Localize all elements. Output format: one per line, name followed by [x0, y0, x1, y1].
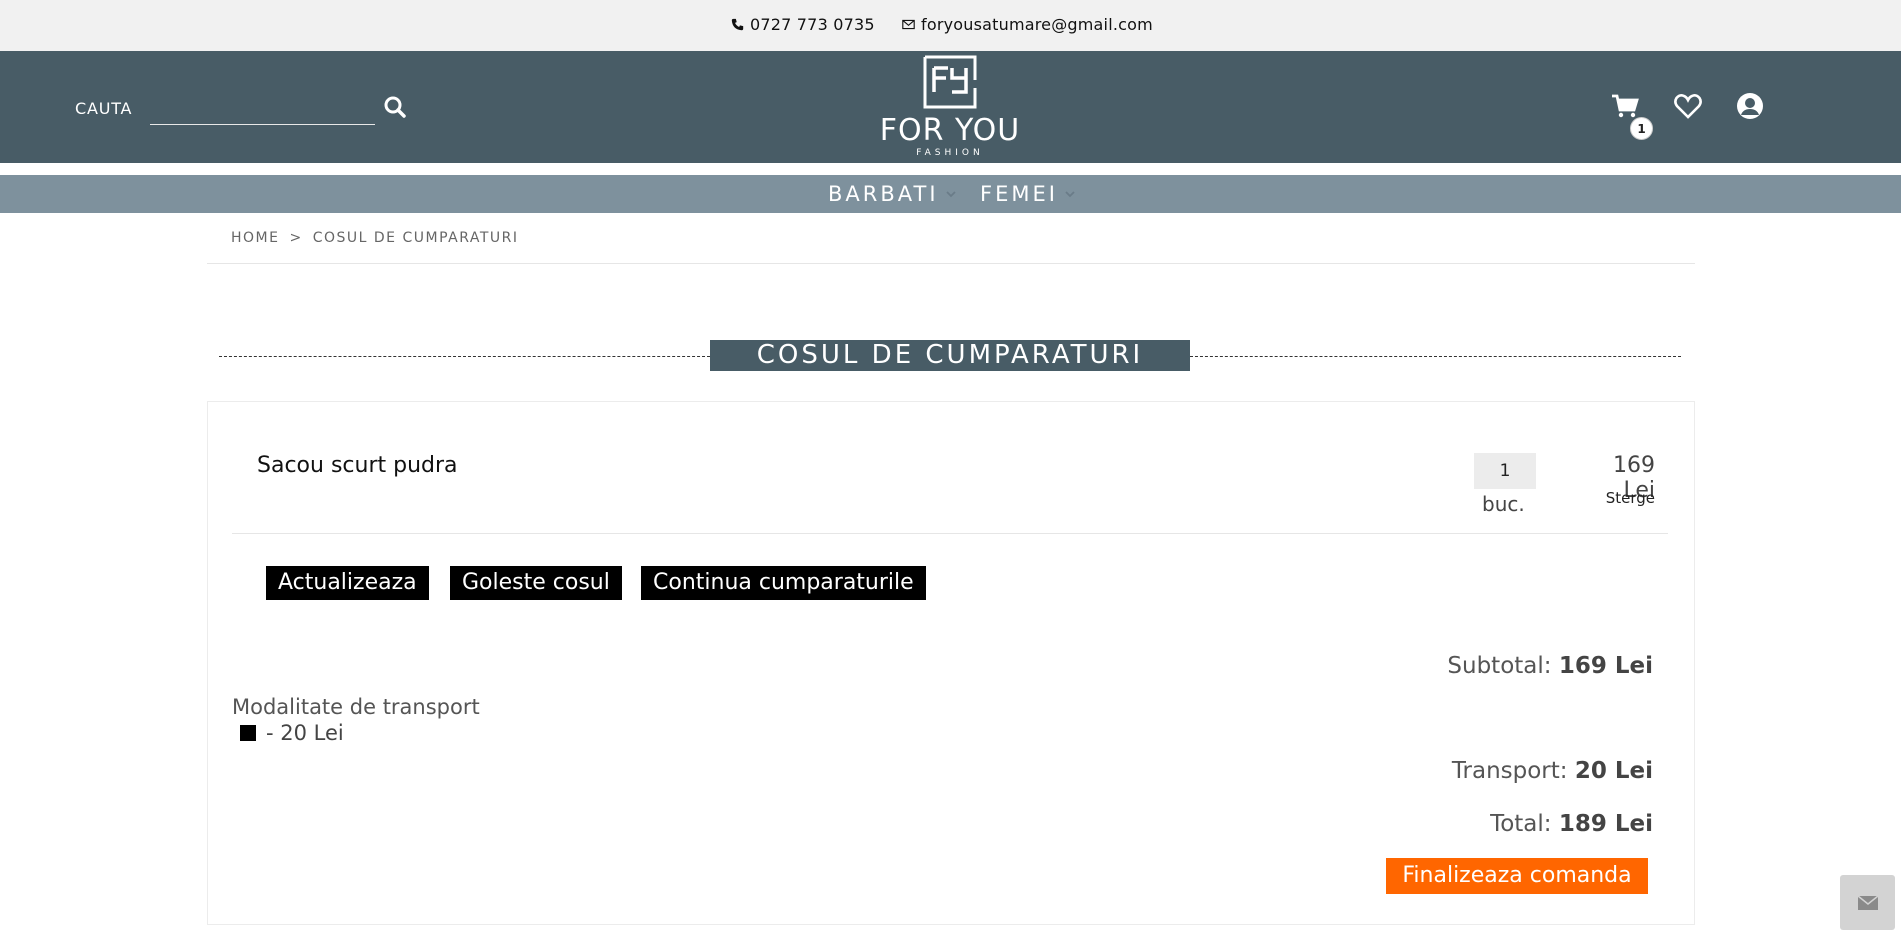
- quantity-input[interactable]: [1474, 453, 1536, 489]
- transport-option-label: - 20 Lei: [266, 721, 344, 745]
- subtotal-value: 169 Lei: [1558, 653, 1653, 679]
- transport-label: Transport:: [1451, 758, 1568, 784]
- cart-icon[interactable]: [1610, 91, 1640, 121]
- chevron-down-icon: [945, 191, 956, 198]
- email-address: foryousatumare@gmail.com: [921, 15, 1153, 34]
- title-dotted-line-left: [219, 356, 710, 357]
- checkout-button[interactable]: Finalizeaza comanda: [1386, 858, 1648, 894]
- breadcrumb-divider: [207, 263, 1695, 264]
- subtotal-label: Subtotal:: [1447, 653, 1552, 679]
- nav-item-label: BARBATI: [828, 182, 939, 206]
- email-contact[interactable]: foryousatumare@gmail.com: [902, 15, 1153, 34]
- continue-shopping-button[interactable]: Continua cumparaturile: [641, 566, 926, 600]
- update-cart-button[interactable]: Actualizeaza: [266, 566, 429, 600]
- envelope-icon: [902, 19, 915, 30]
- nav-item-femei[interactable]: FEMEI: [980, 182, 1076, 206]
- breadcrumb-separator: >: [289, 230, 303, 246]
- remove-item-link[interactable]: Sterge: [1600, 489, 1655, 507]
- heart-icon[interactable]: [1673, 91, 1703, 121]
- logo-brand: FOR YOU: [879, 113, 1021, 148]
- title-dotted-line-right: [1190, 356, 1681, 357]
- search-icon[interactable]: [383, 95, 407, 119]
- nav-item-label: FEMEI: [980, 182, 1058, 206]
- total-row: Total: 189 Lei: [1490, 811, 1653, 837]
- phone-number: 0727 773 0735: [750, 15, 875, 34]
- phone-icon: [731, 18, 744, 31]
- breadcrumb-current: COSUL DE CUMPARATURI: [312, 230, 519, 246]
- breadcrumb: HOME > COSUL DE CUMPARATURI: [231, 230, 519, 246]
- transport-option[interactable]: - 20 Lei: [240, 721, 344, 745]
- transport-value: 20 Lei: [1574, 758, 1653, 784]
- cart-item-name[interactable]: Sacou scurt pudra: [257, 453, 458, 478]
- breadcrumb-home[interactable]: HOME: [231, 230, 279, 246]
- page-title: COSUL DE CUMPARATURI: [710, 340, 1190, 371]
- message-icon: [1857, 894, 1878, 910]
- cart-count-badge: 1: [1630, 117, 1653, 140]
- empty-cart-button[interactable]: Goleste cosul: [450, 566, 622, 600]
- transport-title: Modalitate de transport: [232, 695, 480, 719]
- top-bar: 0727 773 0735 foryousatumare@gmail.com: [0, 0, 1901, 51]
- user-icon[interactable]: [1735, 91, 1765, 121]
- logo-mark: [923, 55, 977, 109]
- cart-item-divider: [232, 533, 1668, 534]
- main-nav: BARBATI FEMEI: [0, 175, 1901, 213]
- transport-row: Transport: 20 Lei: [1452, 758, 1653, 784]
- nav-item-barbati[interactable]: BARBATI: [828, 182, 957, 206]
- quantity-unit: buc.: [1482, 492, 1525, 516]
- subtotal-row: Subtotal: 169 Lei: [1447, 653, 1653, 679]
- phone-contact[interactable]: 0727 773 0735: [731, 15, 875, 34]
- total-value: 189 Lei: [1558, 811, 1653, 837]
- chevron-down-icon: [1065, 191, 1075, 198]
- transport-radio[interactable]: [240, 725, 256, 741]
- search-label: CAUTA: [75, 99, 133, 118]
- logo-tagline: FASHION: [916, 148, 984, 158]
- site-header: CAUTA FOR YOU FASHION 1: [0, 51, 1901, 163]
- search-input[interactable]: [150, 91, 375, 125]
- site-logo[interactable]: FOR YOU FASHION: [860, 54, 1040, 159]
- message-widget[interactable]: [1840, 875, 1895, 930]
- total-label: Total:: [1490, 811, 1552, 837]
